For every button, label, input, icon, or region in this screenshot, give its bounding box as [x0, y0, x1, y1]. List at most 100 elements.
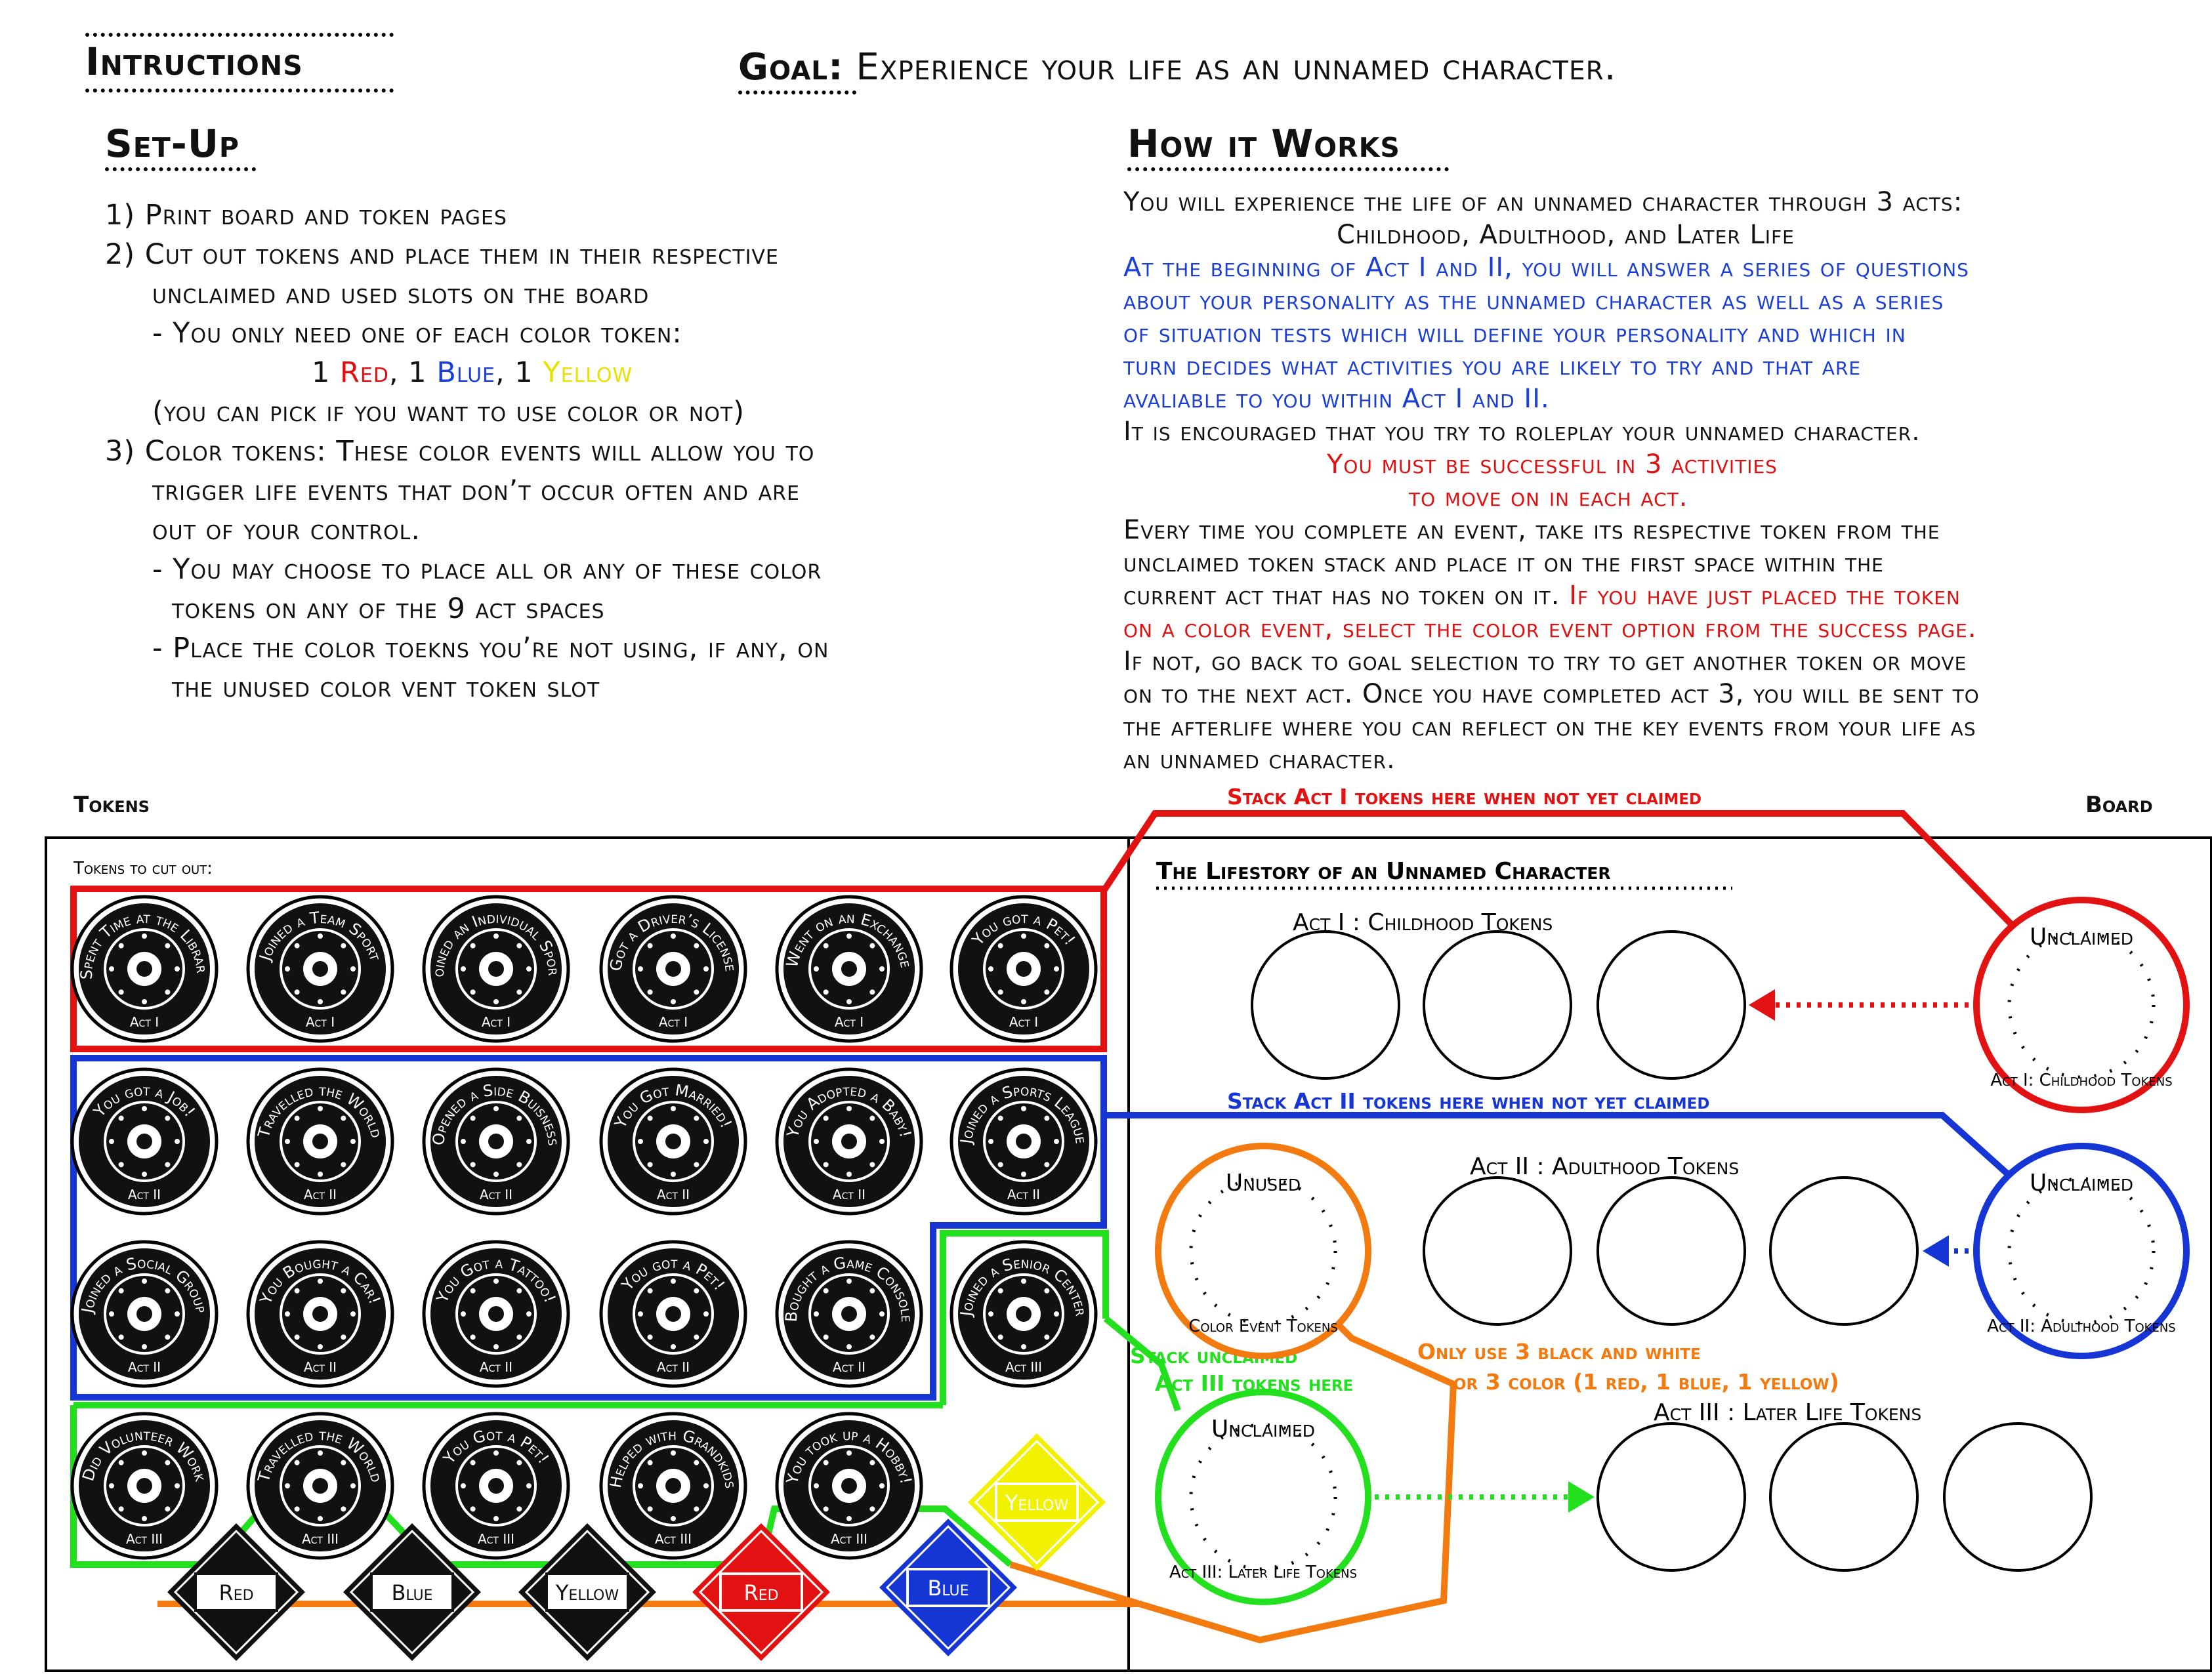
act3-slot[interactable]	[1596, 1422, 1746, 1572]
rivet	[879, 966, 885, 972]
rivet	[516, 1460, 522, 1465]
unused-color-stack[interactable]: Unused Color Event Tokens	[1155, 1143, 1371, 1359]
token-team[interactable]: Joined a Team SportAct I	[246, 895, 394, 1043]
token-dog[interactable]: You Got a Pet!Act III	[422, 1412, 570, 1560]
token-group[interactable]: Joined a Social GroupAct II	[70, 1240, 219, 1388]
token-lion[interactable]: You got a Pet!Act II	[599, 1240, 747, 1388]
token-paperplane[interactable]: You took up a Hobby!Act III	[775, 1412, 923, 1560]
token-baby[interactable]: Helped with GrandkidsAct III	[599, 1412, 747, 1560]
token-console[interactable]: Bought a Game ConsoleAct II	[775, 1240, 923, 1388]
rivet	[285, 1311, 290, 1317]
act2-arrowhead	[1923, 1235, 1949, 1267]
unclaimed-act1-stack[interactable]: Unclaimed Act I: Childhood Tokens	[1973, 897, 2190, 1113]
token-license[interactable]: Got a Driver’s LicenseAct I	[599, 895, 747, 1043]
rivet	[997, 1162, 1003, 1168]
unclaimed-act2-stack[interactable]: Unclaimed Act II: Adulthood Tokens	[1973, 1143, 2190, 1359]
rivet	[703, 1483, 709, 1488]
rivet	[647, 1288, 653, 1294]
rivet	[350, 966, 356, 972]
rivet	[118, 1162, 124, 1168]
act1-slot[interactable]	[1596, 930, 1746, 1080]
rivet	[294, 1288, 300, 1294]
rivet	[470, 943, 476, 949]
act3-slots: Act III : Later Life Tokens	[1596, 1399, 2093, 1572]
color-token-yellow[interactable]: Yellow	[968, 1433, 1106, 1571]
color-token-label: Red	[219, 1580, 253, 1605]
rivet	[988, 1139, 993, 1144]
token-act-label: Act II	[128, 1359, 161, 1375]
token-tools[interactable]: Opened a Side BuisnessAct II	[422, 1067, 570, 1216]
token-plane[interactable]: Travelled the WorldAct III	[246, 1412, 394, 1560]
rivet	[671, 933, 676, 939]
unclaimed-act1-label: Act I: Childhood Tokens	[1990, 1071, 2172, 1090]
rivet	[997, 1115, 1003, 1121]
token-worker[interactable]: You got a Job!Act II	[70, 1067, 219, 1216]
token-baby[interactable]: You Adopted a Baby!Act II	[775, 1067, 923, 1216]
rivet	[470, 1506, 476, 1512]
rivet	[350, 1483, 356, 1488]
rivet	[823, 1115, 829, 1121]
athlete-icon	[479, 952, 513, 986]
rivet	[869, 1115, 875, 1121]
token-act-label: Act II	[128, 1187, 161, 1202]
rivet	[823, 943, 829, 949]
act3-slot[interactable]	[1943, 1422, 2093, 1572]
act3-slot[interactable]	[1769, 1422, 1919, 1572]
token-act-label: Act I	[130, 1014, 159, 1030]
act1-slot[interactable]	[1423, 930, 1572, 1080]
rivet	[814, 966, 819, 972]
token-group[interactable]: Joined a Senior CenterAct III	[949, 1240, 1098, 1388]
rivet	[694, 1334, 699, 1340]
unclaimed-label: Unclaimed	[1211, 1416, 1315, 1443]
unclaimed-act3-stack[interactable]: Unclaimed Act III: Later Life Tokens	[1155, 1389, 1371, 1605]
token-book[interactable]: Spent Time at the Library Act I	[0, 0, 219, 1043]
act2-slot[interactable]	[1596, 1176, 1746, 1326]
rivet	[470, 1162, 476, 1168]
rivet	[526, 1483, 532, 1488]
rivet	[997, 989, 1003, 995]
rivet	[846, 1344, 852, 1349]
rivet	[694, 1115, 699, 1121]
rivet	[516, 1506, 522, 1512]
token-act-label: Act II	[304, 1187, 337, 1202]
token-cat[interactable]: You got a Pet!Act I	[949, 895, 1098, 1043]
rivet	[318, 1172, 323, 1177]
rivet	[997, 1334, 1003, 1340]
token-act-label: Act II	[833, 1359, 866, 1375]
rivet	[869, 989, 875, 995]
couple-icon	[656, 1124, 690, 1158]
rivet	[879, 1311, 885, 1317]
token-hands[interactable]: Did Volunteer WorkAct III	[70, 1412, 219, 1560]
rivet	[671, 1106, 676, 1111]
token-act-label: Act I	[1009, 1014, 1038, 1030]
token-heart[interactable]: You Got a Tattoo!Act II	[422, 1240, 570, 1388]
token-team[interactable]: Joined a Sports LeagueAct II	[949, 1067, 1098, 1216]
rivet	[516, 1288, 522, 1294]
rivet	[671, 1172, 676, 1177]
act2-slot[interactable]	[1423, 1176, 1572, 1326]
stack-act1-label: Stack Act I tokens here when not yet cla…	[1227, 784, 1701, 809]
act1-slot[interactable]	[1251, 930, 1400, 1080]
rivet	[142, 1106, 147, 1111]
rivet	[1044, 943, 1050, 949]
rivet	[1054, 966, 1059, 972]
rivet	[997, 1288, 1003, 1294]
plane-icon	[303, 1124, 337, 1158]
token-plane[interactable]: Travelled the WorldAct II	[246, 1067, 394, 1216]
rivet	[118, 1115, 124, 1121]
rivet	[165, 1460, 171, 1465]
rivet	[671, 1450, 676, 1456]
token-label: Spent Time at the Library	[0, 0, 211, 979]
token-couple[interactable]: You Got Married!Act II	[599, 1067, 747, 1216]
rivet	[165, 989, 171, 995]
rivet	[341, 1162, 346, 1168]
token-athlete[interactable]: Joined an Individual Sport Act I	[0, 0, 570, 1043]
act2-slot[interactable]	[1769, 1176, 1919, 1326]
act1-arrowhead	[1749, 989, 1775, 1021]
rivet	[814, 1311, 819, 1317]
rivet	[109, 1483, 114, 1488]
rivet	[1054, 1311, 1059, 1317]
rivet	[294, 1162, 300, 1168]
token-car[interactable]: You Bought a Car!Act II	[246, 1240, 394, 1388]
token-plane[interactable]: Went on an ExchangeAct I	[775, 895, 923, 1043]
